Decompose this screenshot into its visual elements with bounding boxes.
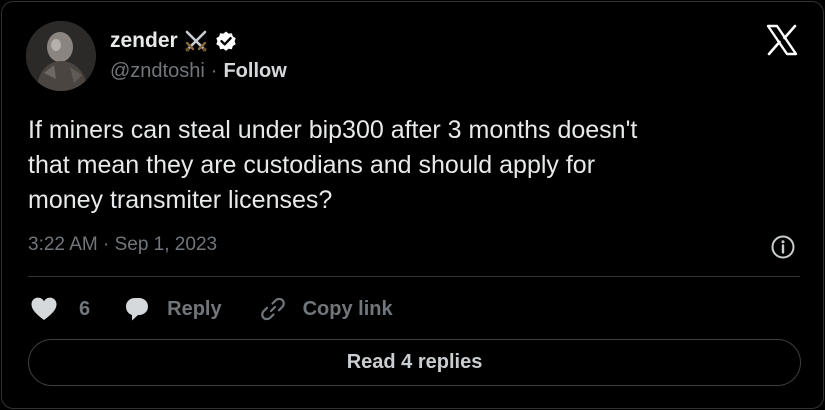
copy-link-button[interactable]: Copy link: [259, 295, 393, 323]
like-count: 6: [79, 297, 91, 320]
tweet-text: If miners can steal under bip300 after 3…: [28, 116, 638, 214]
like-button[interactable]: 6: [30, 296, 90, 322]
link-icon: [259, 295, 287, 323]
read-replies-button[interactable]: Read 4 replies: [28, 339, 801, 386]
heart-icon: [30, 296, 58, 322]
verified-badge-icon: [214, 29, 238, 53]
divider: [28, 276, 800, 277]
crossed-swords-icon: [183, 28, 209, 54]
author-handle[interactable]: @zndtoshi: [110, 60, 205, 83]
author-handle-row: @zndtoshi · Follow: [110, 58, 287, 84]
speech-bubble-icon: [123, 295, 151, 323]
tweet-timestamp[interactable]: 3:22 AM · Sep 1, 2023: [28, 234, 217, 256]
reply-button[interactable]: Reply: [123, 295, 222, 323]
follow-button[interactable]: Follow: [223, 60, 286, 83]
author-name-row: zender: [110, 27, 238, 55]
tweet-embed-card: zender @zndtoshi · Follow If miners can …: [1, 1, 824, 409]
tweet-actions: 6 Reply Copy link: [30, 294, 393, 324]
copy-link-label: Copy link: [302, 297, 393, 320]
display-name[interactable]: zender: [110, 29, 178, 53]
avatar-image: [26, 21, 96, 91]
x-logo-icon[interactable]: [766, 24, 798, 56]
read-replies-label: Read 4 replies: [346, 351, 483, 373]
reply-label: Reply: [167, 297, 222, 320]
avatar[interactable]: [26, 21, 96, 91]
separator-dot: ·: [210, 59, 218, 82]
info-icon[interactable]: [770, 234, 796, 260]
